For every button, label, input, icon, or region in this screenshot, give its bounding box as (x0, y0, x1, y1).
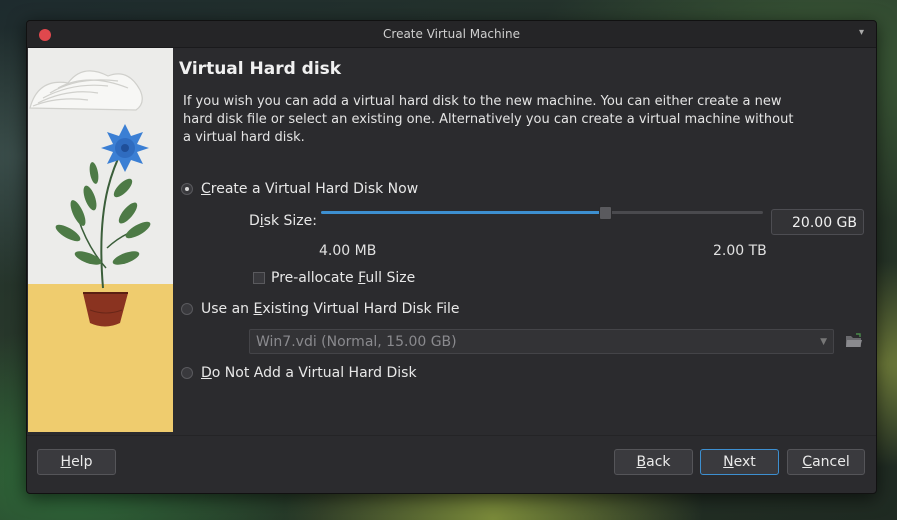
page-title: Virtual Hard disk (179, 59, 342, 79)
plant-illustration (28, 48, 173, 432)
slider-min-label: 4.00 MB (319, 243, 377, 259)
footer-divider (27, 435, 876, 436)
folder-open-icon[interactable] (845, 332, 863, 350)
chevron-down-icon[interactable]: ▾ (859, 27, 864, 38)
title-bar[interactable]: Create Virtual Machine ▾ (27, 21, 876, 48)
chevron-down-icon: ▼ (820, 337, 827, 347)
radio-label-create-disk: Create a Virtual Hard Disk Now (201, 181, 419, 197)
disk-size-label: Disk Size: (249, 213, 317, 229)
back-button[interactable]: Back (614, 449, 693, 475)
wizard-illustration (28, 48, 173, 432)
page-description: If you wish you can add a virtual hard d… (183, 94, 794, 145)
cancel-button[interactable]: Cancel (787, 449, 865, 475)
preallocate-label: Pre-allocate Full Size (271, 270, 416, 286)
radio-indicator[interactable] (181, 303, 193, 315)
dialog-window: Create Virtual Machine ▾ Virtual Hard di… (26, 20, 877, 494)
slider-fill (321, 211, 604, 214)
existing-disk-value: Win7.vdi (Normal, 15.00 GB) (256, 334, 457, 350)
disk-size-slider[interactable] (321, 206, 763, 220)
disk-size-input[interactable]: 20.00 GB (771, 209, 864, 235)
radio-indicator[interactable] (181, 183, 193, 195)
help-button[interactable]: Help (37, 449, 116, 475)
next-button[interactable]: Next (700, 449, 779, 475)
slider-handle[interactable] (598, 206, 612, 220)
existing-disk-select[interactable]: Win7.vdi (Normal, 15.00 GB) ▼ (249, 329, 834, 354)
window-title: Create Virtual Machine (383, 27, 520, 41)
radio-indicator[interactable] (181, 367, 193, 379)
preallocate-checkbox-row[interactable]: Pre-allocate Full Size (253, 270, 415, 286)
radio-do-not-add-disk[interactable]: Do Not Add a Virtual Hard Disk (181, 365, 417, 381)
preallocate-checkbox[interactable] (253, 272, 265, 284)
slider-max-label: 2.00 TB (713, 243, 767, 259)
radio-use-existing-disk[interactable]: Use an Existing Virtual Hard Disk File (181, 301, 460, 317)
radio-label-do-not-add: Do Not Add a Virtual Hard Disk (201, 365, 417, 381)
radio-create-disk-now[interactable]: Create a Virtual Hard Disk Now (181, 181, 418, 197)
radio-label-use-existing: Use an Existing Virtual Hard Disk File (201, 301, 460, 317)
